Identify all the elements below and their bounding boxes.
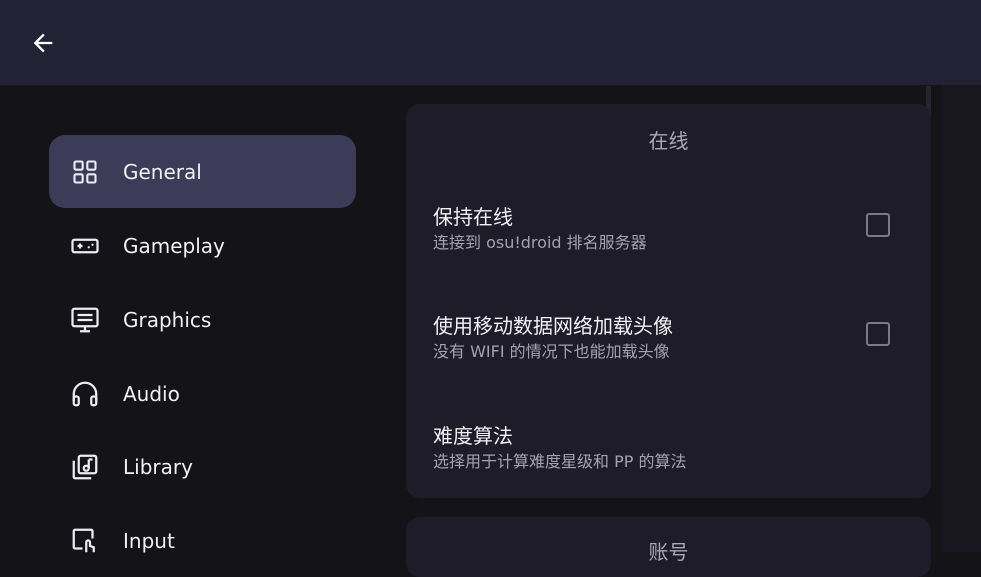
sidebar-item-general[interactable]: General <box>49 135 356 208</box>
pref-title: 难度算法 <box>433 424 513 448</box>
grid-icon <box>69 156 101 188</box>
headphones-icon <box>69 378 101 410</box>
pref-summary: 连接到 osu!droid 排名服务器 <box>433 233 647 252</box>
sidebar-item-library[interactable]: Library <box>49 430 356 503</box>
sidebar-item-gameplay[interactable]: Gameplay <box>49 209 356 282</box>
monitor-icon <box>69 304 101 336</box>
back-button[interactable] <box>22 22 64 64</box>
sidebar-item-label: Input <box>123 528 175 553</box>
pref-title: 保持在线 <box>433 205 513 229</box>
pref-title: 使用移动数据网络加载头像 <box>433 314 673 338</box>
right-edge-panel <box>941 85 981 552</box>
pref-summary: 选择用于计算难度星级和 PP 的算法 <box>433 452 687 471</box>
account-settings-card: 账号 <box>406 517 931 577</box>
stay-online-checkbox[interactable] <box>866 213 890 237</box>
pref-mobile-data-avatars[interactable]: 使用移动数据网络加载头像 没有 WIFI 的情况下也能加载头像 <box>406 310 931 390</box>
sidebar-item-label: Audio <box>123 381 180 406</box>
sidebar-item-label: General <box>123 159 202 184</box>
online-settings-card: 在线 保持在线 连接到 osu!droid 排名服务器 使用移动数据网络加载头像… <box>406 104 931 498</box>
gamepad-icon <box>69 230 101 262</box>
sidebar-item-label: Library <box>123 454 193 479</box>
pref-summary: 没有 WIFI 的情况下也能加载头像 <box>433 342 670 361</box>
section-title: 账号 <box>648 540 689 564</box>
sidebar-item-label: Gameplay <box>123 233 225 258</box>
pref-stay-online[interactable]: 保持在线 连接到 osu!droid 排名服务器 <box>406 201 931 281</box>
section-title: 在线 <box>648 129 689 153</box>
pref-difficulty-algorithm[interactable]: 难度算法 选择用于计算难度星级和 PP 的算法 <box>406 420 931 500</box>
sidebar-item-label: Graphics <box>123 307 212 332</box>
sidebar-item-audio[interactable]: Audio <box>49 357 356 430</box>
mobile-data-avatars-checkbox[interactable] <box>866 322 890 346</box>
arrow-left-icon <box>33 33 53 53</box>
sidebar-item-graphics[interactable]: Graphics <box>49 283 356 356</box>
music-library-icon <box>69 451 101 483</box>
top-app-bar <box>0 0 981 85</box>
sidebar-item-input[interactable]: Input <box>49 504 356 577</box>
